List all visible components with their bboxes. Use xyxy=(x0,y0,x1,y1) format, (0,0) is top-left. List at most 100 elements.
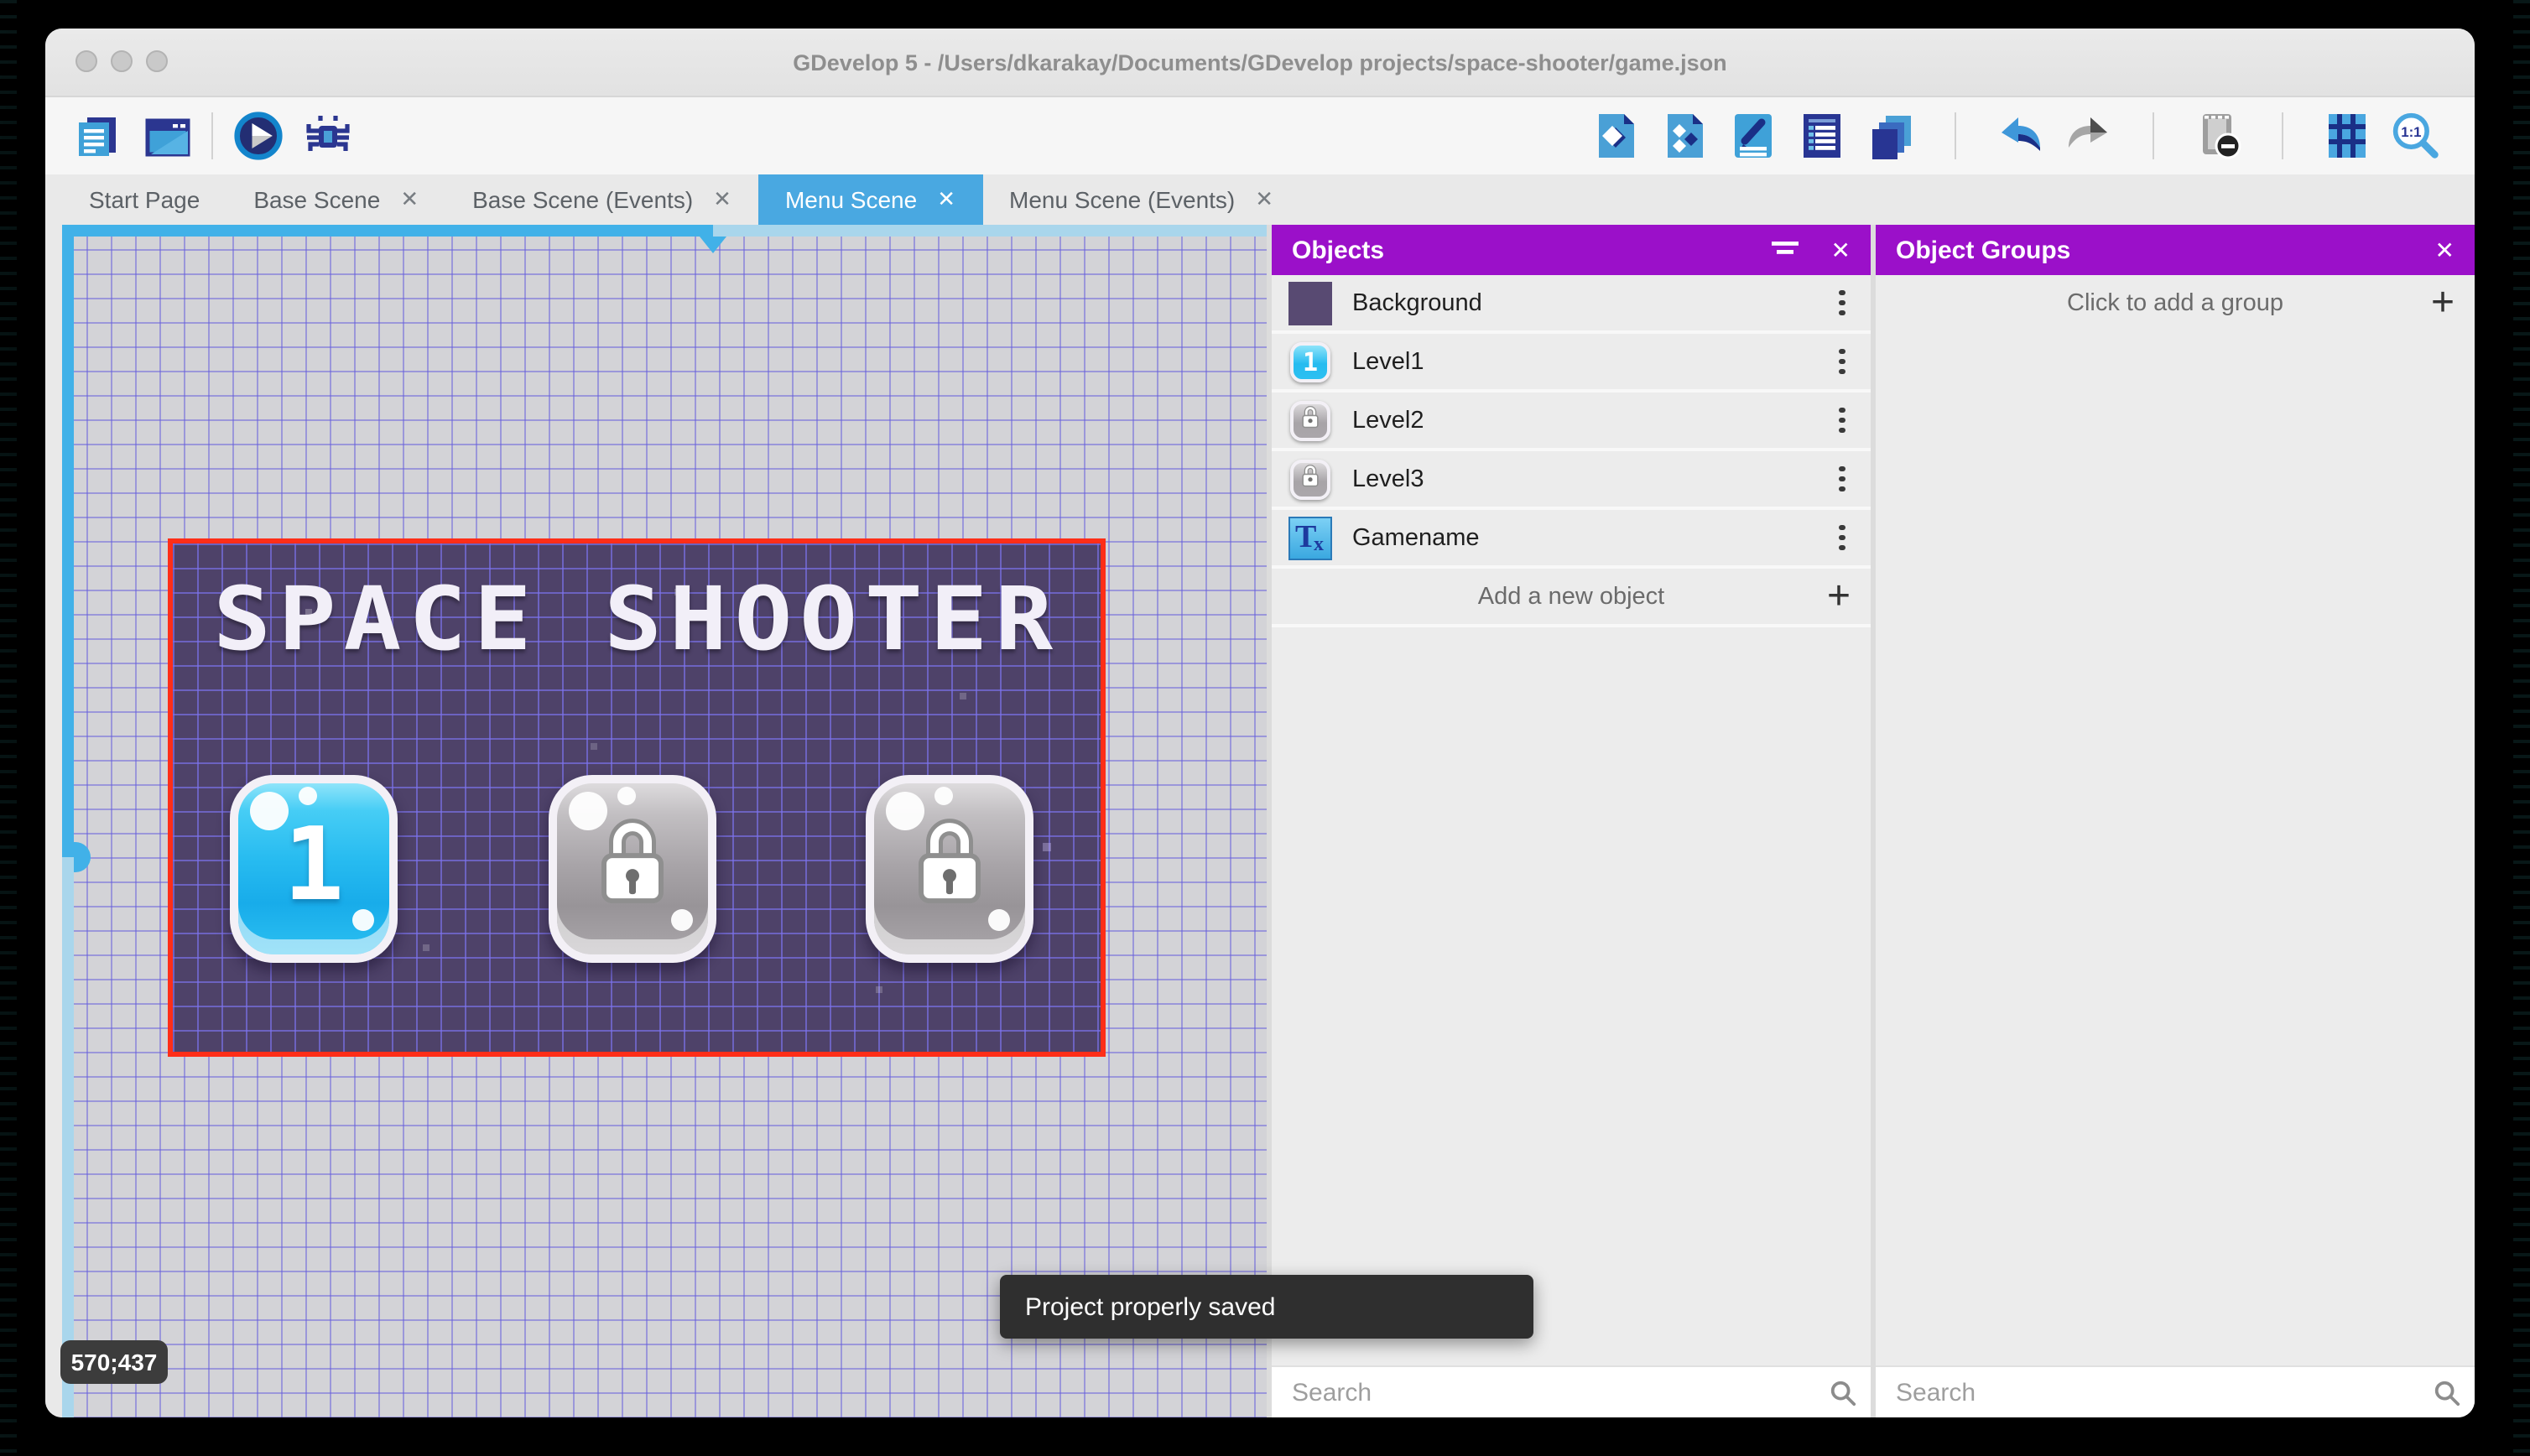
objects-search-input[interactable] xyxy=(1288,1376,1829,1408)
objects-editor-icon xyxy=(1599,114,1634,158)
add-object-button[interactable]: Add a new object + xyxy=(1272,569,1871,627)
project-manager-button[interactable] xyxy=(72,111,122,161)
level1-thumbnail: 1 xyxy=(1288,340,1332,383)
object-groups-empty-area xyxy=(1876,332,2475,1365)
scene-stars xyxy=(173,543,176,547)
start-page-icon xyxy=(145,118,190,157)
toggle-grid-button[interactable] xyxy=(2322,111,2372,161)
toggle-window-mask-button[interactable] xyxy=(2193,111,2243,161)
open-properties-button[interactable] xyxy=(1728,111,1778,161)
redo-icon xyxy=(2069,117,2107,148)
object-groups-panel: Object Groups ✕ Click to add a group + xyxy=(1876,225,2475,1417)
level1-instance[interactable]: 1 xyxy=(230,775,398,963)
open-object-groups-editor-button[interactable] xyxy=(1659,111,1710,161)
tab-close-icon[interactable]: ✕ xyxy=(937,186,955,213)
object-row-level1[interactable]: 1 Level1 xyxy=(1272,334,1871,393)
object-menu-icon[interactable] xyxy=(1817,407,1867,434)
close-window-button[interactable] xyxy=(75,50,97,72)
canvas-vertical-scrollbar[interactable] xyxy=(62,225,91,1417)
properties-icon xyxy=(1735,114,1772,158)
object-groups-editor-icon xyxy=(1668,114,1703,158)
open-layers-editor-button[interactable] xyxy=(1866,111,1916,161)
toolbar-separator xyxy=(2153,112,2154,159)
objects-search-bar xyxy=(1272,1365,1871,1417)
horizontal-scroll-thumb[interactable] xyxy=(699,237,726,253)
object-row-level2[interactable]: Level2 xyxy=(1272,393,1871,451)
level2-instance[interactable] xyxy=(548,775,716,963)
tab-menu-scene-events[interactable]: Menu Scene (Events) ✕ xyxy=(982,174,1300,225)
object-menu-icon[interactable] xyxy=(1817,348,1867,375)
level3-thumbnail xyxy=(1288,457,1332,501)
tab-label: Base Scene xyxy=(253,186,381,213)
level2-thumbnail xyxy=(1288,398,1332,442)
objects-panel-header: Objects ✕ xyxy=(1272,225,1871,275)
object-menu-icon[interactable] xyxy=(1817,465,1867,492)
lock-icon xyxy=(593,814,670,916)
svg-text:1:1: 1:1 xyxy=(2401,124,2421,140)
object-menu-icon[interactable] xyxy=(1817,524,1867,551)
background-thumbnail xyxy=(1288,281,1332,325)
bug-icon xyxy=(306,116,350,151)
open-instances-list-button[interactable] xyxy=(1797,111,1847,161)
gamename-thumbnail: Tx xyxy=(1288,516,1332,559)
main-content: SPACE SHOOTER 1 570;437 Objects ✕ Backgr… xyxy=(45,225,2475,1417)
tab-close-icon[interactable]: ✕ xyxy=(1255,186,1273,213)
tab-base-scene-events[interactable]: Base Scene (Events) ✕ xyxy=(445,174,758,225)
redo-button[interactable] xyxy=(2064,111,2114,161)
plus-icon: + xyxy=(2430,280,2455,325)
canvas-horizontal-scrollbar[interactable] xyxy=(62,225,1267,253)
close-object-groups-panel-icon[interactable]: ✕ xyxy=(2435,236,2455,264)
maximize-window-button[interactable] xyxy=(146,50,168,72)
preview-button[interactable] xyxy=(233,111,284,161)
toast-message: Project properly saved xyxy=(1025,1292,1276,1321)
undo-icon xyxy=(2002,117,2040,151)
objects-panel: Objects ✕ Background 1 Level1 Level2 Lev… xyxy=(1272,225,1871,1417)
toolbar-left-group xyxy=(72,111,191,161)
undo-button[interactable] xyxy=(1995,111,2045,161)
minimize-window-button[interactable] xyxy=(111,50,133,72)
level-buttons-row: 1 xyxy=(230,775,1033,963)
object-row-background[interactable]: Background xyxy=(1272,275,1871,334)
object-groups-search-bar xyxy=(1876,1365,2475,1417)
zoom-options-button[interactable]: 1:1 xyxy=(2391,111,2441,161)
start-page-button[interactable] xyxy=(141,111,191,161)
toolbar-preview-group xyxy=(233,111,352,161)
editor-tabs: Start Page Base Scene ✕ Base Scene (Even… xyxy=(45,174,2475,225)
tab-label: Start Page xyxy=(89,186,200,213)
close-objects-panel-icon[interactable]: ✕ xyxy=(1831,236,1851,264)
tab-close-icon[interactable]: ✕ xyxy=(713,186,731,213)
object-menu-icon[interactable] xyxy=(1817,289,1867,316)
tab-label: Menu Scene xyxy=(784,186,918,213)
object-row-gamename[interactable]: Tx Gamename xyxy=(1272,510,1871,569)
debug-button[interactable] xyxy=(302,111,352,161)
layers-icon xyxy=(1872,116,1911,159)
tab-base-scene[interactable]: Base Scene ✕ xyxy=(226,174,445,225)
level3-instance[interactable] xyxy=(866,775,1033,963)
objects-panel-title: Objects xyxy=(1292,236,1385,264)
tab-close-icon[interactable]: ✕ xyxy=(400,186,419,213)
scene-canvas[interactable]: SPACE SHOOTER 1 570;437 xyxy=(45,225,1267,1417)
background-instance-selected[interactable]: SPACE SHOOTER 1 xyxy=(168,538,1106,1057)
main-toolbar: 1:1 xyxy=(45,97,2475,174)
filter-icon[interactable] xyxy=(1771,238,1801,262)
add-group-button[interactable]: Click to add a group + xyxy=(1876,275,2475,332)
tab-start-page[interactable]: Start Page xyxy=(62,174,226,225)
lock-icon xyxy=(911,814,988,916)
object-row-level3[interactable]: Level3 xyxy=(1272,451,1871,510)
level1-number: 1 xyxy=(283,807,345,924)
title-bar: GDevelop 5 - /Users/dkarakay/Documents/G… xyxy=(45,29,2475,97)
gamename-text-instance[interactable]: SPACE SHOOTER xyxy=(127,577,1148,664)
object-groups-search-input[interactable] xyxy=(1892,1376,2433,1408)
tab-menu-scene[interactable]: Menu Scene ✕ xyxy=(757,174,982,225)
plus-icon: + xyxy=(1826,573,1851,618)
grid-icon xyxy=(2329,114,2366,158)
toolbar-right-group: 1:1 xyxy=(1590,111,2441,161)
save-toast: Project properly saved xyxy=(1000,1275,1533,1339)
object-groups-panel-title: Object Groups xyxy=(1896,236,2071,264)
tab-label: Menu Scene (Events) xyxy=(1009,186,1236,213)
play-icon xyxy=(234,112,283,160)
instances-list-icon xyxy=(1804,114,1840,158)
object-groups-panel-header: Object Groups ✕ xyxy=(1876,225,2475,275)
open-objects-editor-button[interactable] xyxy=(1590,111,1641,161)
search-icon xyxy=(2434,1380,2460,1406)
